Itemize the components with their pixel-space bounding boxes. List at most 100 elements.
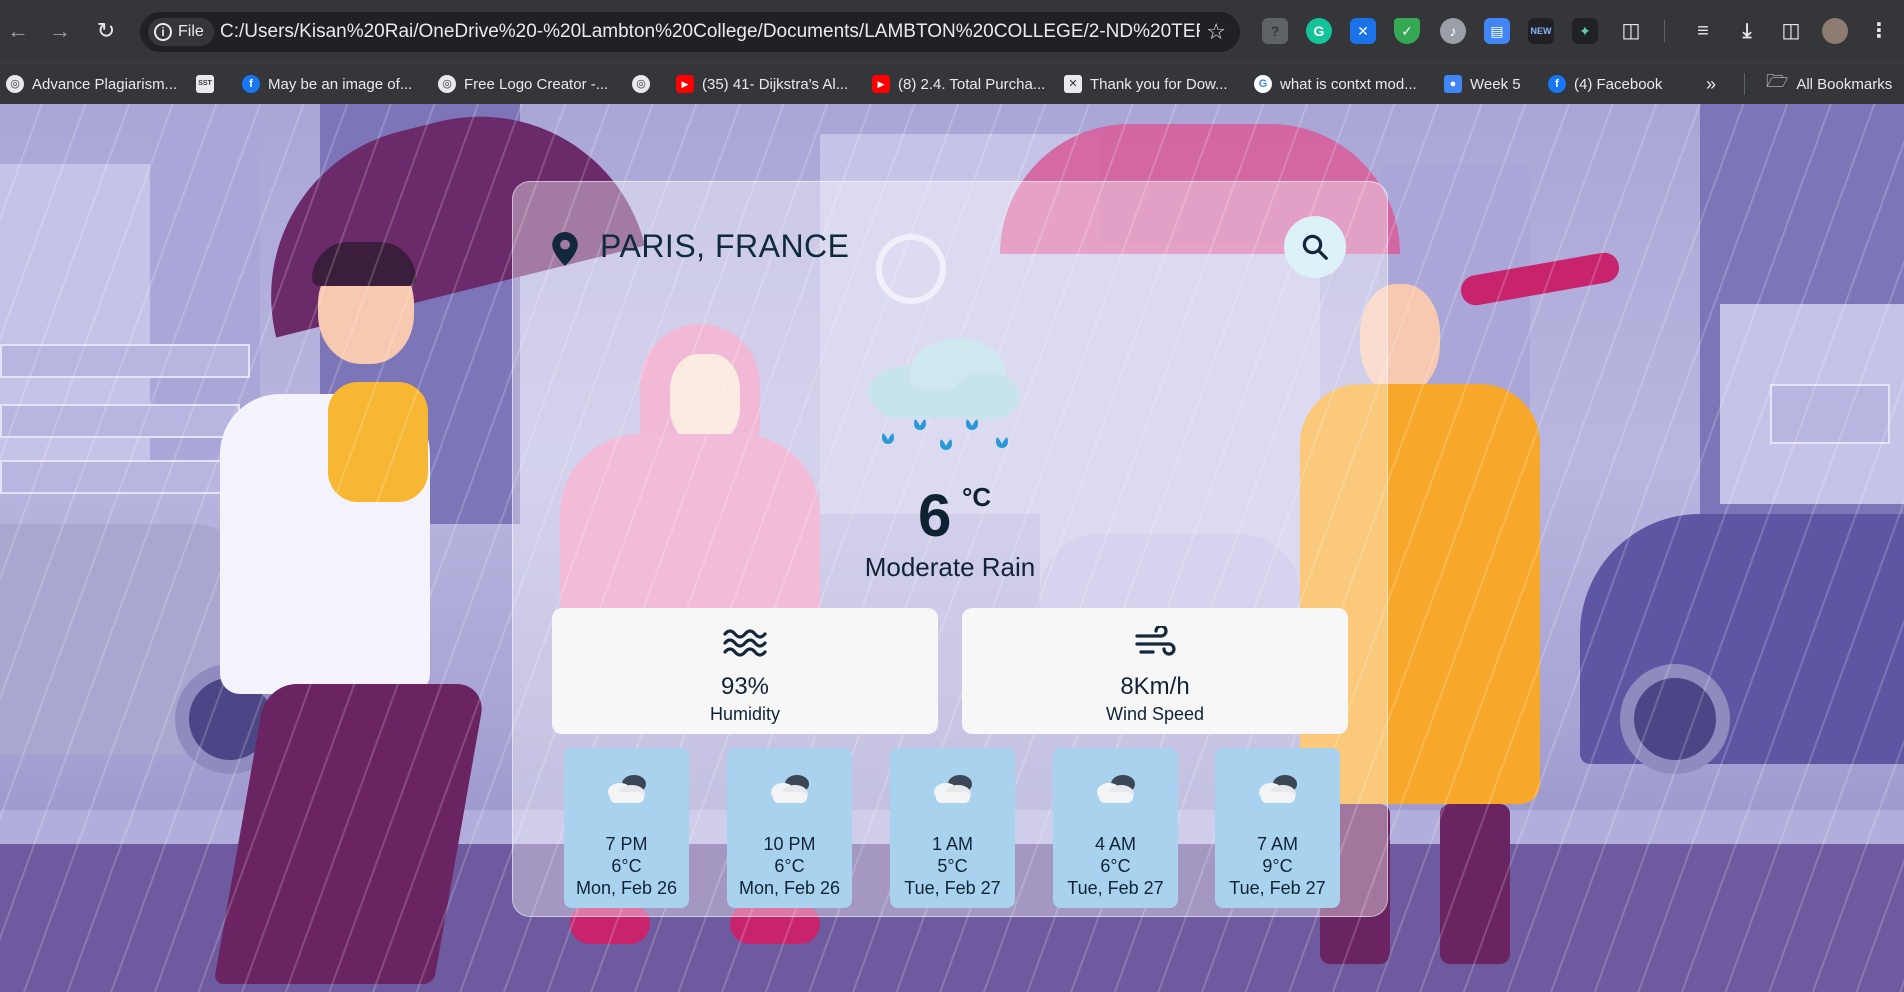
forecast-item: 7 AM 9°C Tue, Feb 27	[1215, 748, 1340, 908]
bookmark-item[interactable]: f (4) Facebook	[1548, 72, 1662, 96]
bookmark-item[interactable]: ◎	[632, 72, 658, 96]
forward-icon[interactable]: →	[46, 17, 74, 45]
boot	[1440, 804, 1510, 964]
bookmark-label: May be an image of...	[268, 75, 413, 93]
humidity-waves-icon	[723, 629, 767, 657]
search-button[interactable]	[1284, 216, 1346, 278]
bookmark-item[interactable]: ▶ (35) 41- Dijkstra's Al...	[676, 72, 848, 96]
x-icon: ✕	[1064, 75, 1082, 93]
forecast-date: Tue, Feb 27	[1067, 878, 1164, 898]
window-strip	[0, 460, 230, 494]
bookmark-item[interactable]: f May be an image of...	[242, 72, 412, 96]
media-extension-icon[interactable]: ♪	[1440, 18, 1466, 44]
weather-condition: Moderate Rain	[864, 552, 1036, 582]
humidity-value: 93%	[720, 673, 770, 700]
docs-extension-icon[interactable]: ▤	[1484, 18, 1510, 44]
info-icon: i	[154, 23, 172, 41]
wind-speed-label: Wind Speed	[1105, 704, 1205, 724]
bookmark-label: (8) 2.4. Total Purcha...	[898, 75, 1046, 93]
cloudy-night-icon	[934, 775, 972, 803]
cloudy-night-icon	[771, 775, 809, 803]
temperature-unit: °C	[962, 482, 992, 512]
sst-icon: SST	[196, 75, 214, 93]
search-icon	[1302, 234, 1328, 260]
x-extension-icon[interactable]: ✕	[1350, 18, 1376, 44]
shield-extension-icon[interactable]: ✓	[1394, 18, 1420, 44]
location-pin-icon	[552, 232, 578, 266]
puzzle-extension-icon[interactable]: ?	[1262, 18, 1288, 44]
forecast-time: 7 PM	[605, 834, 648, 854]
forecast-temp: 6°C	[611, 856, 642, 876]
grammarly-icon[interactable]: G	[1306, 18, 1332, 44]
forecast-time: 10 PM	[763, 834, 816, 854]
url-text[interactable]: C:/Users/Kisan%20Rai/OneDrive%20-%20Lamb…	[220, 12, 1200, 52]
bookmarks-divider	[1744, 73, 1745, 95]
menu-kebab-icon[interactable]: ⋮	[1866, 18, 1892, 44]
google-icon: G	[1254, 75, 1272, 93]
site-info-chip[interactable]: i File	[148, 18, 214, 46]
forecast-time: 7 AM	[1256, 834, 1299, 854]
all-bookmarks-button[interactable]: 🗁 All Bookmarks	[1766, 71, 1893, 96]
cloudy-night-icon	[1097, 775, 1135, 803]
wind-icon	[1135, 626, 1176, 656]
forecast-date: Mon, Feb 26	[575, 878, 678, 898]
forecast-date: Tue, Feb 27	[904, 878, 1001, 898]
bookmark-label: Thank you for Dow...	[1090, 75, 1228, 93]
forecast-item: 1 AM 5°C Tue, Feb 27	[890, 748, 1015, 908]
spark-extension-icon[interactable]: ✦	[1572, 18, 1598, 44]
bookmark-label: (4) Facebook	[1574, 75, 1663, 93]
globe-icon: ◎	[632, 75, 650, 93]
globe-icon: ◎	[6, 75, 24, 93]
youtube-icon: ▶	[872, 75, 890, 93]
forecast-date: Tue, Feb 27	[1229, 878, 1326, 898]
wind-speed-value: 8Km/h	[1120, 673, 1190, 700]
facebook-icon: f	[1548, 75, 1566, 93]
reload-icon[interactable]: ↻	[92, 17, 120, 45]
download-icon[interactable]: ⤓	[1734, 18, 1760, 44]
bookmark-label: Week 5	[1470, 75, 1521, 93]
bookmark-item[interactable]: ◎ Advance Plagiarism...	[6, 72, 177, 96]
reading-list-icon[interactable]: ≡	[1690, 18, 1716, 44]
extensions-puzzle-icon[interactable]: ◫	[1618, 18, 1644, 44]
window-strip	[0, 344, 250, 378]
forecast-temp: 6°C	[774, 856, 805, 876]
facebook-icon: f	[242, 75, 260, 93]
bookmark-item[interactable]: ✕ Thank you for Dow...	[1064, 72, 1228, 96]
bookmark-item[interactable]: ● Week 5	[1444, 72, 1521, 96]
file-label: File	[178, 23, 204, 40]
man-scarf	[328, 382, 428, 502]
humidity-card: 93% Humidity	[552, 608, 938, 734]
folder-icon: 🗁	[1766, 71, 1789, 91]
wind-card: 8Km/h Wind Speed	[962, 608, 1348, 734]
bookmark-item[interactable]: G what is contxt mod...	[1254, 72, 1417, 96]
temperature-value: 6	[918, 482, 952, 549]
bookmark-item[interactable]: ◎ Free Logo Creator -...	[438, 72, 608, 96]
forecast-item: 10 PM 6°C Mon, Feb 26	[727, 748, 852, 908]
bookmark-label: (35) 41- Dijkstra's Al...	[702, 75, 849, 93]
person-icon: ●	[1444, 75, 1462, 93]
side-panel-icon[interactable]: ◫	[1778, 18, 1804, 44]
new-extension-icon[interactable]: NEW	[1528, 18, 1554, 44]
toolbar-divider	[1664, 20, 1665, 42]
bookmark-star-icon[interactable]: ☆	[1206, 20, 1226, 44]
car-wheel	[1620, 664, 1730, 774]
forecast-item: 4 AM 6°C Tue, Feb 27	[1053, 748, 1178, 908]
forecast-temp: 5°C	[937, 856, 968, 876]
address-bar[interactable]: i File C:/Users/Kisan%20Rai/OneDrive%20-…	[140, 12, 1240, 52]
bookmark-item[interactable]: ▶ (8) 2.4. Total Purcha...	[872, 72, 1045, 96]
cloudy-night-icon	[608, 775, 646, 803]
forecast-temp: 9°C	[1262, 856, 1293, 876]
browser-toolbar: ← → ↻ i File C:/Users/Kisan%20Rai/OneDri…	[0, 0, 1904, 62]
forecast-time: 1 AM	[931, 834, 974, 854]
forecast-time: 4 AM	[1094, 834, 1137, 854]
back-icon[interactable]: ←	[4, 17, 32, 45]
globe-icon: ◎	[438, 75, 456, 93]
location-name: PARIS, FRANCE	[600, 228, 850, 264]
youtube-icon: ▶	[676, 75, 694, 93]
window-strip	[1770, 384, 1890, 444]
all-bookmarks-label: All Bookmarks	[1796, 75, 1893, 93]
bookmark-item[interactable]: SST	[196, 72, 222, 96]
bookmark-label: what is contxt mod...	[1280, 75, 1417, 93]
profile-avatar[interactable]	[1822, 18, 1848, 44]
bookmarks-overflow-button[interactable]: »	[1706, 72, 1716, 96]
